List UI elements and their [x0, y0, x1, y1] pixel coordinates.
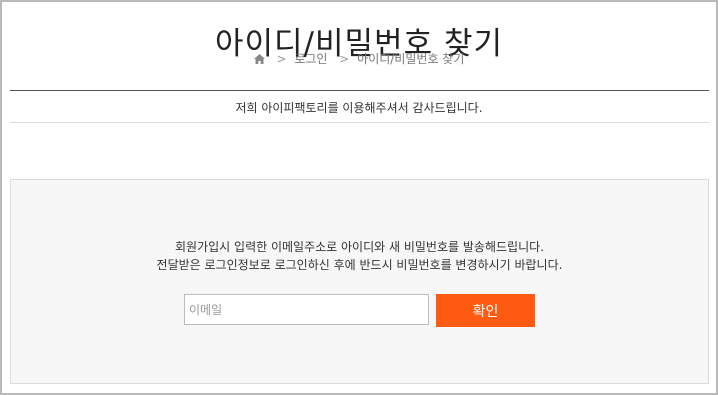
notice-line-1: 회원가입시 입력한 이메일주소로 아이디와 새 비밀번호를 발송해드립니다.: [175, 240, 544, 254]
section-divider: [10, 122, 709, 123]
notice-line-2: 전달받은 로그인정보로 로그인하신 후에 반드시 비밀번호를 변경하시기 바랍니…: [156, 258, 563, 272]
breadcrumb-item-login[interactable]: 로그인: [294, 52, 327, 66]
confirm-button[interactable]: 확인: [436, 294, 535, 327]
breadcrumb-separator: >: [276, 52, 287, 66]
header-divider: [10, 90, 709, 91]
email-input[interactable]: [184, 294, 429, 325]
breadcrumb-item-find-account[interactable]: 아이디/비밀번호 찾기: [357, 52, 464, 66]
thanks-message: 저희 아이피팩토리를 이용해주셔서 감사드립니다.: [235, 101, 483, 115]
notice-text: 회원가입시 입력한 이메일주소로 아이디와 새 비밀번호를 발송해드립니다. 전…: [11, 238, 708, 274]
breadcrumb: > 로그인 > 아이디/비밀번호 찾기: [0, 51, 718, 68]
find-account-panel: 회원가입시 입력한 이메일주소로 아이디와 새 비밀번호를 발송해드립니다. 전…: [10, 179, 709, 384]
home-icon[interactable]: [253, 52, 265, 68]
breadcrumb-separator: >: [339, 52, 350, 66]
